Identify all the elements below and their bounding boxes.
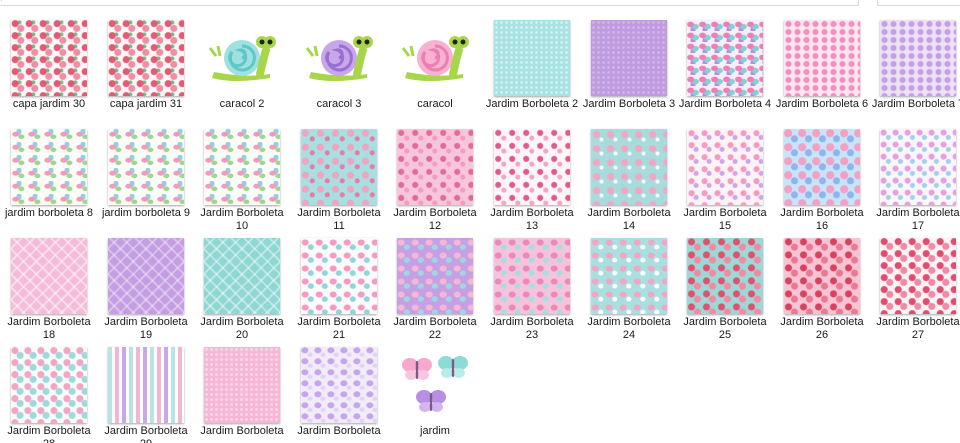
file-name-label: Jardim Borboleta 24 bbox=[587, 316, 671, 341]
file-name-label: Jardim Borboleta 23 bbox=[490, 316, 574, 341]
file-item[interactable]: Jardim Borboleta 26 bbox=[774, 228, 870, 341]
file-thumbnail bbox=[880, 129, 956, 205]
file-item[interactable]: caracol bbox=[387, 10, 483, 118]
file-thumbnail bbox=[784, 238, 860, 314]
file-thumbnail bbox=[108, 129, 184, 205]
file-thumbnail bbox=[397, 347, 473, 423]
file-item[interactable]: capa jardim 31 bbox=[98, 10, 194, 118]
file-thumbnail bbox=[494, 129, 570, 205]
file-thumbnail bbox=[397, 238, 473, 314]
file-item[interactable]: Jardim Borboleta 13 bbox=[484, 119, 580, 232]
file-thumbnail bbox=[204, 238, 280, 314]
file-item[interactable]: Jardim Borboleta 20 bbox=[194, 228, 290, 341]
file-thumbnail bbox=[494, 20, 570, 96]
file-name-label: jardim borboleta 9 bbox=[101, 207, 191, 219]
file-name-label: caracol 2 bbox=[219, 98, 265, 110]
file-thumbnail bbox=[301, 347, 377, 423]
file-item[interactable]: Jardim Borboleta 19 bbox=[98, 228, 194, 341]
file-item[interactable]: Jardim Borboleta 29 bbox=[98, 337, 194, 443]
file-thumbnail bbox=[784, 129, 860, 205]
file-item[interactable]: Jardim Borboleta 27 bbox=[870, 228, 960, 341]
file-thumbnail bbox=[108, 20, 184, 96]
file-thumbnail bbox=[11, 129, 87, 205]
file-grid: capa jardim 30 capa jardim 31 caracol 2 car… bbox=[0, 8, 960, 443]
file-thumbnail bbox=[11, 20, 87, 96]
file-thumbnail bbox=[204, 129, 280, 205]
file-name-label: Jardim Borboleta 2 bbox=[485, 98, 579, 110]
file-name-label: Jardim Borboleta 27 bbox=[876, 316, 960, 341]
file-item[interactable]: caracol 2 bbox=[194, 10, 290, 118]
file-name-label: Jardim Borboleta 7 bbox=[871, 98, 960, 110]
file-item[interactable]: Jardim Borboleta 6 bbox=[774, 10, 870, 118]
file-item[interactable]: capa jardim 30 bbox=[1, 10, 97, 118]
file-name-label: Jardim Borboleta 28 bbox=[7, 425, 91, 443]
file-thumbnail bbox=[11, 238, 87, 314]
file-name-label: Jardim Borboleta bbox=[297, 425, 381, 437]
file-thumbnail bbox=[687, 20, 763, 96]
file-item[interactable]: Jardim Borboleta 28 bbox=[1, 337, 97, 443]
file-thumbnail bbox=[11, 347, 87, 423]
file-name-label: caracol 3 bbox=[316, 98, 362, 110]
file-thumbnail bbox=[591, 129, 667, 205]
file-thumbnail bbox=[687, 129, 763, 205]
file-item[interactable]: Jardim Borboleta 3 bbox=[581, 10, 677, 118]
file-item[interactable]: caracol 3 bbox=[291, 10, 387, 118]
file-item[interactable]: Jardim Borboleta 22 bbox=[387, 228, 483, 341]
file-item[interactable]: Jardim Borboleta 16 bbox=[774, 119, 870, 232]
file-thumbnail bbox=[204, 347, 280, 423]
file-item[interactable]: Jardim Borboleta 18 bbox=[1, 228, 97, 341]
file-name-label: jardim borboleta 8 bbox=[4, 207, 94, 219]
file-thumbnail bbox=[494, 238, 570, 314]
file-name-label: jardim bbox=[420, 425, 450, 437]
file-item[interactable]: jardim borboleta 8 bbox=[1, 119, 97, 227]
file-thumbnail bbox=[880, 238, 956, 314]
file-name-label: Jardim Borboleta 29 bbox=[104, 425, 188, 443]
file-item[interactable]: Jardim Borboleta 2 bbox=[484, 10, 580, 118]
file-name-label: caracol bbox=[417, 98, 453, 110]
file-name-label: Jardim Borboleta 6 bbox=[775, 98, 869, 110]
file-item[interactable]: Jardim Borboleta bbox=[291, 337, 387, 443]
file-thumbnail bbox=[301, 238, 377, 314]
file-thumbnail bbox=[301, 20, 377, 96]
file-item[interactable]: Jardim Borboleta 23 bbox=[484, 228, 580, 341]
file-thumbnail bbox=[591, 238, 667, 314]
file-name-label: Jardim Borboleta 26 bbox=[780, 316, 864, 341]
file-item[interactable]: jardim bbox=[387, 337, 483, 443]
file-name-label: Jardim Borboleta 3 bbox=[582, 98, 676, 110]
file-item[interactable]: Jardim Borboleta 10 bbox=[194, 119, 290, 232]
file-item[interactable]: Jardim Borboleta 15 bbox=[677, 119, 773, 232]
file-thumbnail bbox=[784, 20, 860, 96]
file-item[interactable]: Jardim Borboleta 12 bbox=[387, 119, 483, 232]
file-item[interactable]: Jardim Borboleta 14 bbox=[581, 119, 677, 232]
search-input[interactable] bbox=[877, 0, 960, 6]
address-bar-area: ‹ bbox=[0, 0, 960, 8]
file-name-label: Jardim Borboleta 4 bbox=[678, 98, 772, 110]
file-item[interactable]: Jardim Borboleta 21 bbox=[291, 228, 387, 341]
file-item[interactable]: Jardim Borboleta 24 bbox=[581, 228, 677, 341]
address-bar[interactable]: ‹ bbox=[0, 0, 859, 6]
file-item[interactable]: jardim borboleta 9 bbox=[98, 119, 194, 227]
file-thumbnail bbox=[397, 129, 473, 205]
file-thumbnail bbox=[204, 20, 280, 96]
file-name-label: capa jardim 31 bbox=[109, 98, 183, 110]
file-item[interactable]: Jardim Borboleta 4 bbox=[677, 10, 773, 118]
file-item[interactable]: Jardim Borboleta 11 bbox=[291, 119, 387, 232]
file-thumbnail bbox=[108, 347, 184, 423]
file-name-label: Jardim Borboleta 25 bbox=[683, 316, 767, 341]
file-item[interactable]: Jardim Borboleta bbox=[194, 337, 290, 443]
file-thumbnail bbox=[687, 238, 763, 314]
file-thumbnail bbox=[591, 20, 667, 96]
file-thumbnail bbox=[108, 238, 184, 314]
file-name-label: capa jardim 30 bbox=[12, 98, 86, 110]
chevron-left-icon[interactable]: ‹ bbox=[0, 0, 2, 4]
file-thumbnail bbox=[397, 20, 473, 96]
file-item[interactable]: Jardim Borboleta 25 bbox=[677, 228, 773, 341]
file-name-label: Jardim Borboleta bbox=[200, 425, 284, 437]
file-thumbnail bbox=[301, 129, 377, 205]
file-item[interactable]: Jardim Borboleta 7 bbox=[870, 10, 960, 118]
file-thumbnail bbox=[880, 20, 956, 96]
file-item[interactable]: Jardim Borboleta 17 bbox=[870, 119, 960, 232]
